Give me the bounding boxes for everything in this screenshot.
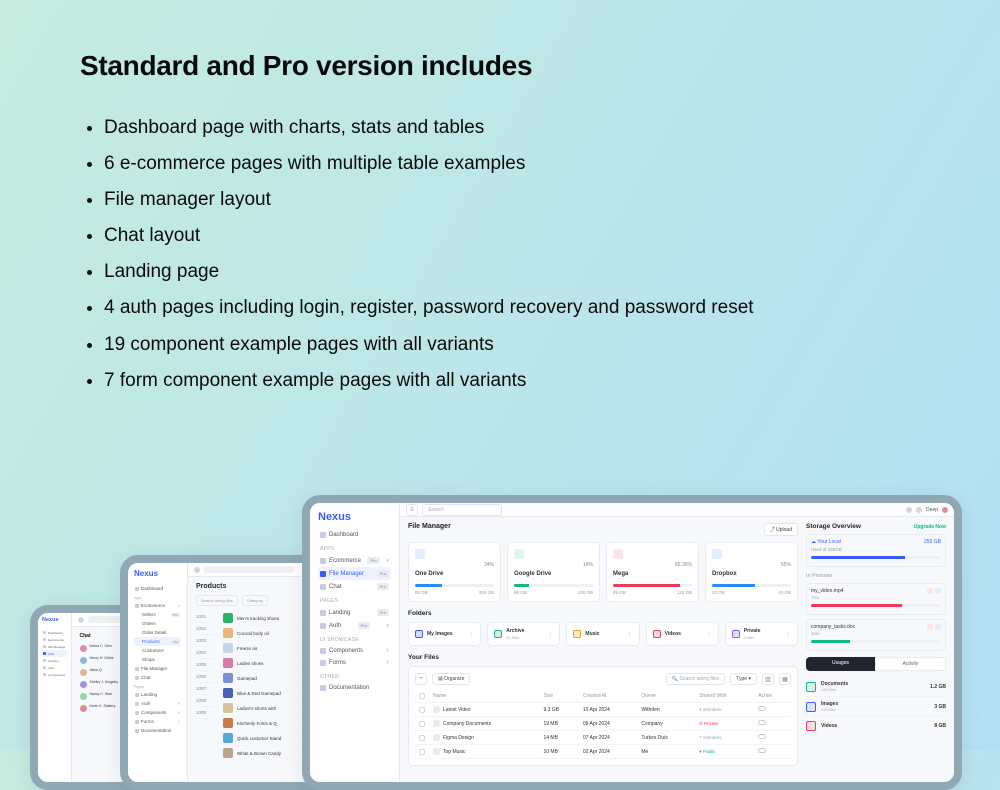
- storage-title: Storage Overview: [806, 523, 861, 530]
- product-row: Blue & Red Gamepad: [223, 686, 334, 701]
- nav-chat: ChatPro: [318, 580, 391, 593]
- files-heading: Your Files: [408, 654, 798, 661]
- view-grid-icon: ▦: [779, 673, 791, 685]
- folder-card: Videos ⋮: [646, 622, 719, 646]
- usage-item: Videos 8 GB: [806, 717, 946, 735]
- feature-item: File manager layout: [104, 182, 920, 218]
- page-title: File Manager: [408, 523, 451, 530]
- chat-row: Alicia Q.…: [80, 666, 170, 678]
- table-row: Company Documents 19 MB09 Apr 2024Compan…: [415, 717, 791, 731]
- upload-button: ⤴ Upload: [764, 523, 798, 536]
- chat-row: Nancy C. Starr…: [80, 690, 170, 702]
- feature-item: Dashboard page with charts, stats and ta…: [104, 110, 920, 146]
- product-row: Ladies's shorts with: [223, 701, 334, 716]
- nav-ecommerce: EcommercePro˅: [318, 554, 391, 567]
- drive-card: Mega85.35% 95 GB110 GB: [606, 542, 699, 602]
- search-files-input: 🔍 Search along files: [666, 673, 725, 685]
- table-row: Figma Design 14 MB07 Apr 2024Turkes Duis…: [415, 731, 791, 745]
- brand-logo: Nexus: [134, 569, 181, 578]
- nav-dashboard: Dashboard: [318, 529, 391, 541]
- chat-row: Shirley J. Kingsley…: [80, 678, 170, 690]
- drive-card: One Drive34% 85 GB250 GB: [408, 542, 501, 602]
- nav-docs: Documentation: [318, 682, 391, 694]
- page-title: Chat: [80, 633, 170, 639]
- page-title: Products: [196, 583, 334, 590]
- product-row: Gamepad: [223, 671, 334, 686]
- brand-logo: Nexus: [318, 511, 391, 523]
- process-item: company_tasks.doc 30%: [806, 619, 946, 651]
- folder-card: Music ⋮: [566, 622, 639, 646]
- bell-icon: [916, 507, 922, 513]
- theme-icon: [906, 507, 912, 513]
- feature-item: Chat layout: [104, 218, 920, 254]
- upgrade-link: Upgrade Now: [914, 524, 946, 530]
- drive-card: Dropbox55% 22 GB40 GB: [705, 542, 798, 602]
- usage-item: Images415 files 3 GB: [806, 697, 946, 717]
- nav-components: Components˅: [318, 645, 391, 657]
- folder-card: My Images ⋮: [408, 622, 481, 646]
- product-row: Freeze air: [223, 641, 334, 656]
- feature-item: Landing page: [104, 254, 920, 290]
- usage-item: Documents126 files 1.2 GB: [806, 677, 946, 697]
- page-heading: Standard and Pro version includes: [80, 50, 920, 82]
- product-row: Kitchenly Fortis & Q: [223, 716, 334, 731]
- feature-item: 4 auth pages including login, register, …: [104, 290, 920, 326]
- table-row: Top Music 10 MB02 Apr 2024Me ● Public: [415, 745, 791, 759]
- feature-item: 6 e-commerce pages with multiple table e…: [104, 146, 920, 182]
- chat-row: Debra C. Glen…: [80, 642, 170, 654]
- preview-file-manager: Nexus Dashboard Apps EcommercePro˅ File …: [302, 495, 962, 790]
- folders-heading: Folders: [408, 610, 798, 617]
- feature-list: Dashboard page with charts, stats and ta…: [80, 110, 920, 399]
- nav-auth: AuthPro˅: [318, 619, 391, 632]
- preview-chat: Nexus Dashboard Ecommerce File Manager C…: [30, 605, 170, 790]
- process-heading: In Process: [806, 573, 946, 579]
- files-table: Name Size Created At Owner Shared With A…: [415, 690, 791, 759]
- preview-products: Nexus Dashboard Apps Ecommerce˄ SellersP…: [120, 555, 350, 790]
- view-list-icon: ▥: [762, 673, 774, 685]
- table-row: Latest Video 9.3 GB10 Apr 2024Withden 3 …: [415, 703, 791, 717]
- tab-usages: Usages: [806, 657, 875, 671]
- brand-logo: Nexus: [42, 617, 67, 623]
- process-item: my_video.mp4 70%: [806, 583, 946, 615]
- organize-button: ▤ Organize: [432, 673, 470, 685]
- user-name: Deep: [926, 507, 938, 513]
- type-filter: Type ▾: [730, 673, 757, 685]
- menu-icon: ≡: [406, 504, 418, 516]
- chat-row: Kevin K. Slattery…: [80, 702, 170, 714]
- product-row: Cocooil body oil: [223, 626, 334, 641]
- product-row: Ladies shoes: [223, 656, 334, 671]
- tab-activity: Activity: [875, 657, 946, 671]
- product-row: Quick customer Stand: [223, 731, 334, 746]
- chat-row: Henry H. Gibbs…: [80, 654, 170, 666]
- add-button: +: [415, 673, 427, 685]
- search-input: Search: [422, 504, 502, 516]
- drive-card: Google Drive19% 96 GB100 GB: [507, 542, 600, 602]
- nav-file-manager: File ManagerPro: [318, 567, 391, 580]
- feature-item: 7 form component example pages with all …: [104, 363, 920, 399]
- folder-card: Archive42 files ⋮: [487, 622, 560, 646]
- nav-forms: Forms˅: [318, 657, 391, 669]
- product-row: Men's tracking shoes: [223, 611, 334, 626]
- nav-landing: LandingPro: [318, 606, 391, 619]
- feature-item: 19 component example pages with all vari…: [104, 327, 920, 363]
- product-row: White & Brown Candy: [223, 746, 334, 761]
- avatar: [942, 507, 948, 513]
- folder-card: Private4 files ⋮: [725, 622, 798, 646]
